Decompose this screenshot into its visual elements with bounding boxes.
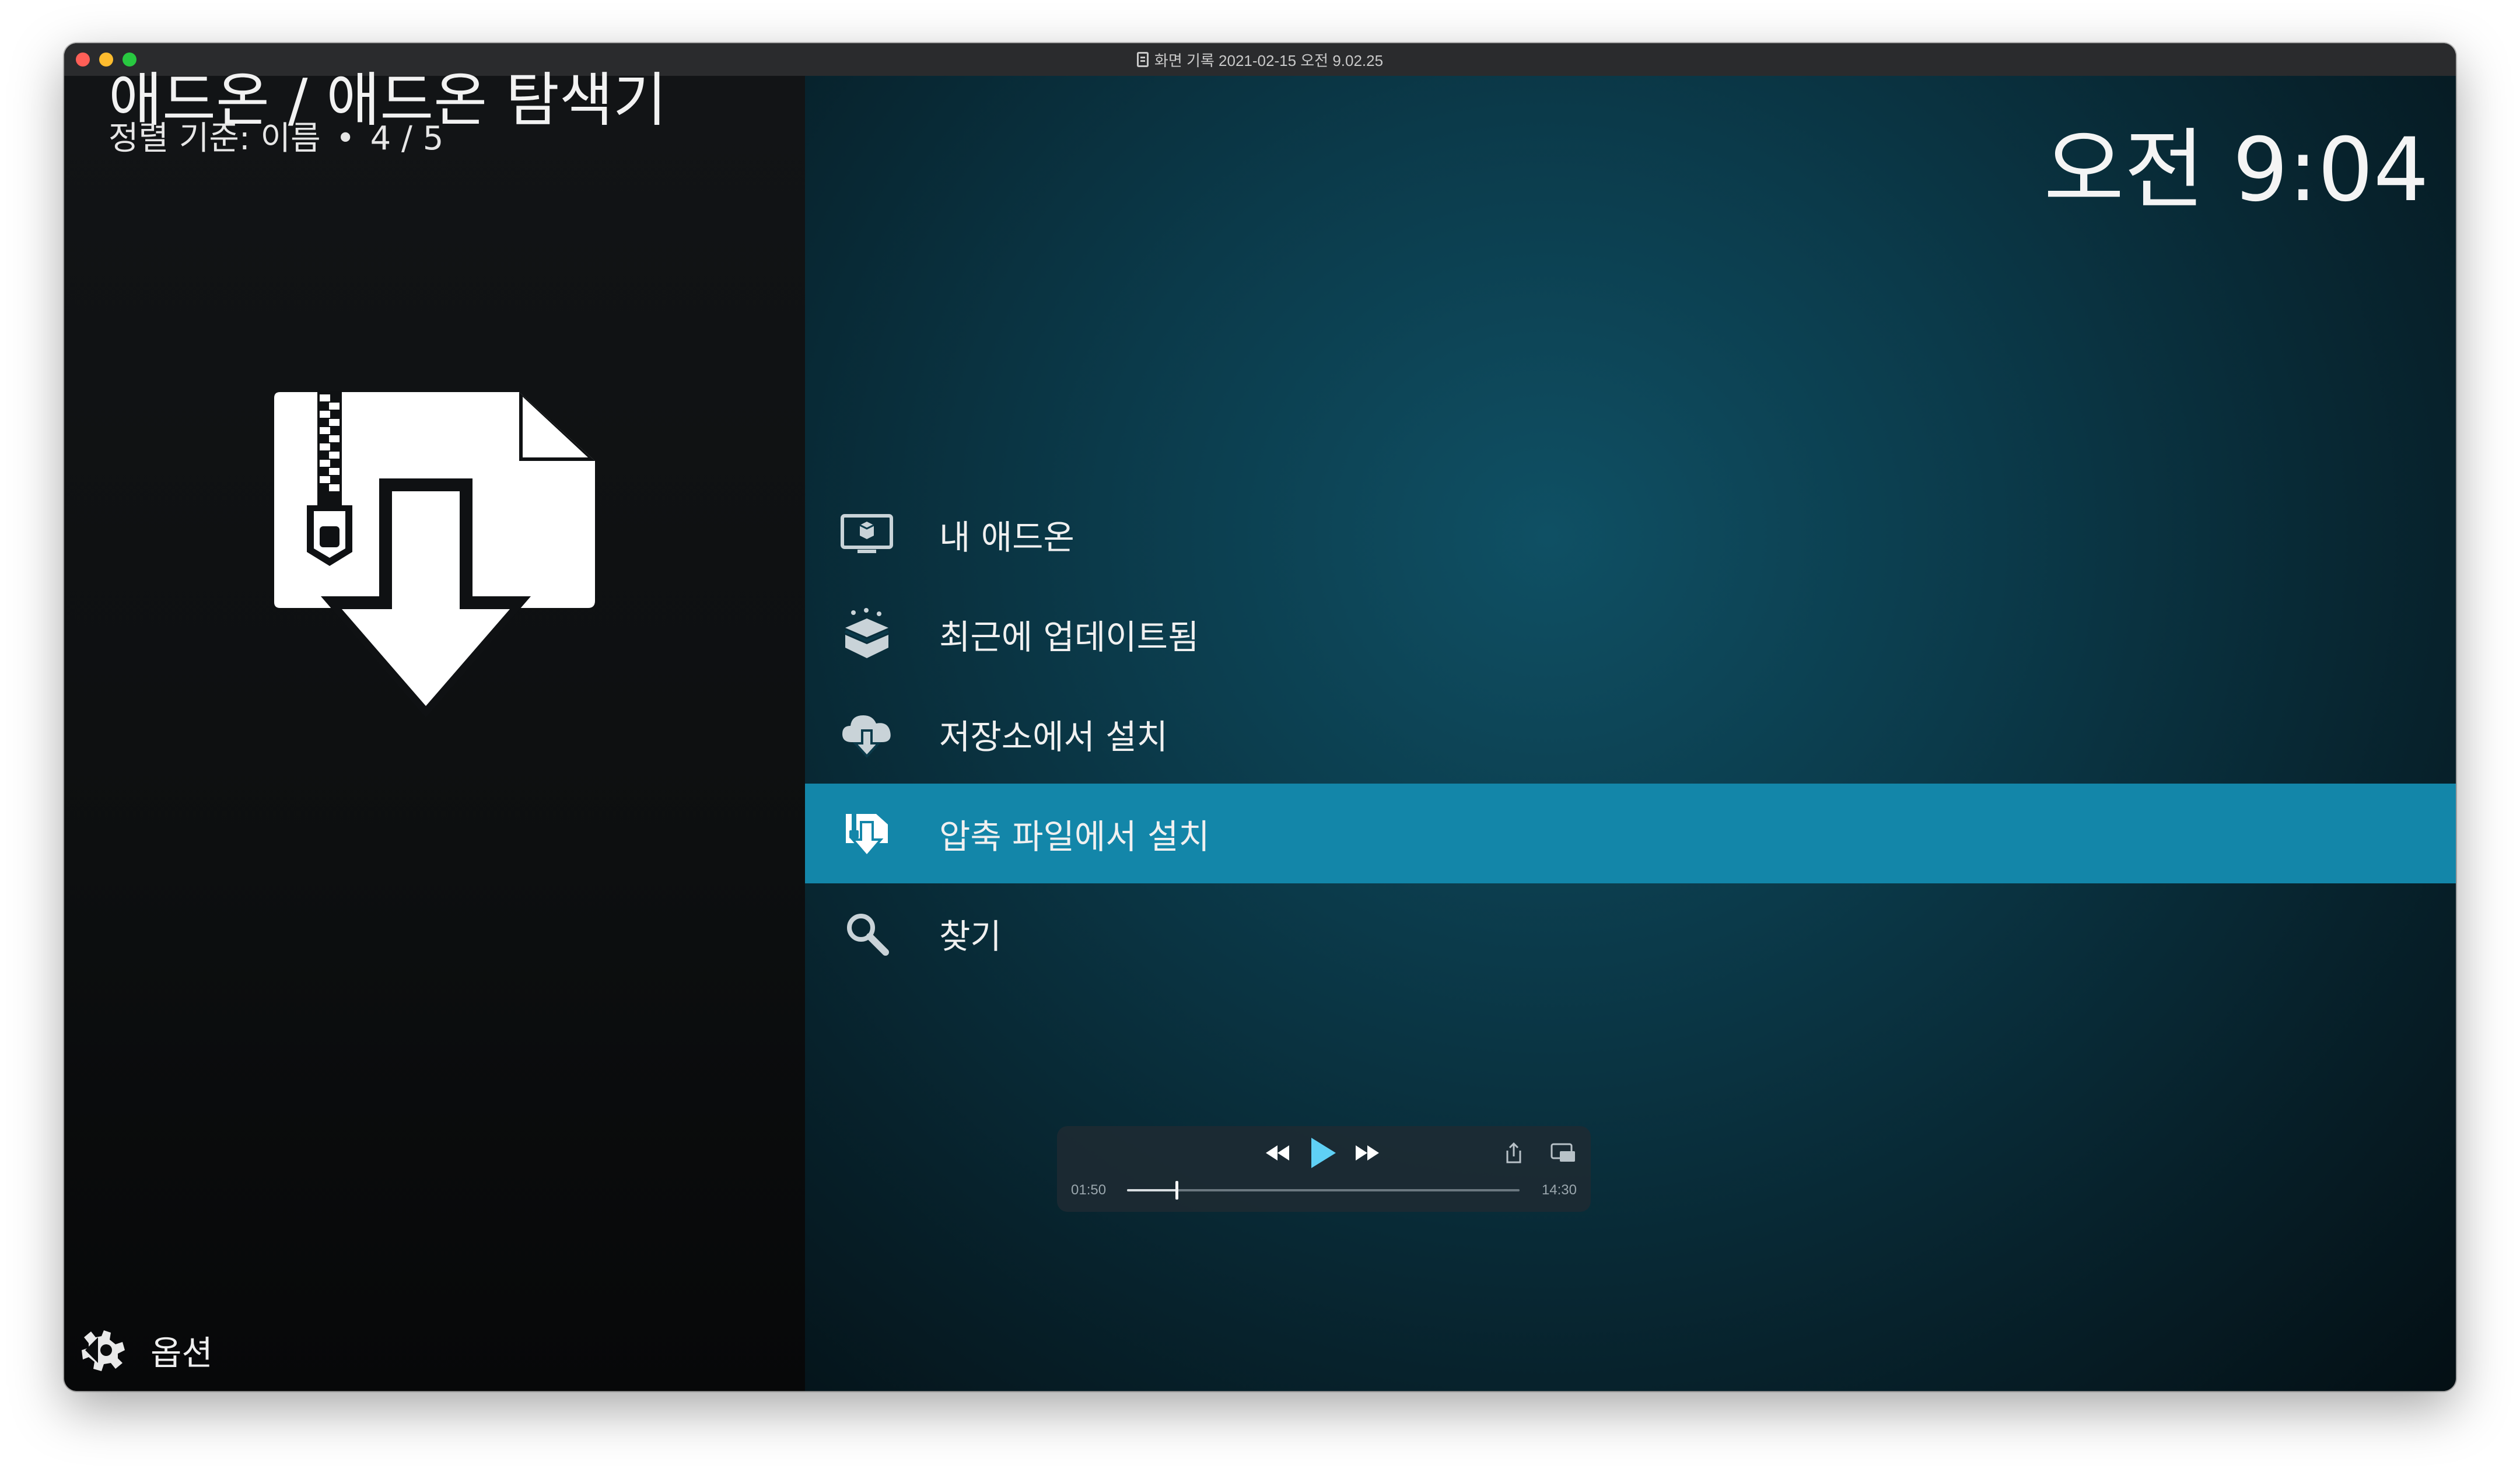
separator-dot: • <box>335 120 355 158</box>
monitor-box-icon <box>838 505 896 564</box>
fast-forward-icon <box>1356 1145 1379 1161</box>
menu-item-search[interactable]: 찾기 <box>805 883 2456 983</box>
rewind-button[interactable] <box>1265 1135 1290 1170</box>
scrubber-handle[interactable] <box>1175 1181 1178 1200</box>
scrubber-track[interactable] <box>1127 1181 1520 1200</box>
share-icon <box>1506 1142 1521 1163</box>
document-icon <box>1136 52 1149 67</box>
scrubber-progress <box>1127 1189 1177 1191</box>
menu-item-label: 찾기 <box>939 916 1002 956</box>
zip-download-icon <box>274 391 595 718</box>
media-player-overlay: 01:50 14:30 <box>1057 1126 1591 1212</box>
close-window-button[interactable] <box>76 53 90 67</box>
menu-item-label: 내 애드온 <box>939 517 1074 557</box>
window-title: 화면 기록 2021-02-15 오전 9.02.25 <box>1154 51 1384 69</box>
play-button[interactable] <box>1308 1135 1338 1170</box>
search-icon <box>838 904 896 963</box>
options-button[interactable]: 옵션 <box>80 1326 213 1375</box>
menu-item-recently-updated[interactable]: 최근에 업데이트됨 <box>805 584 2456 684</box>
menu-item-label: 저장소에서 설치 <box>939 716 1168 757</box>
options-gear-icon <box>82 1330 125 1371</box>
share-button[interactable] <box>1505 1135 1522 1170</box>
menu-item-my-addons[interactable]: 내 애드온 <box>805 484 2456 584</box>
sort-label: 정렬 기준: 이름 <box>108 120 321 158</box>
item-position: 4 / 5 <box>370 120 444 158</box>
info-panel: 애드온 / 애드온 탐색기 정렬 기준: 이름 • 4 / 5 옵션 <box>64 66 805 1391</box>
open-box-icon <box>838 605 896 663</box>
rewind-icon <box>1266 1145 1289 1161</box>
kodi-screen: 애드온 / 애드온 탐색기 정렬 기준: 이름 • 4 / 5 옵션 오전 9:… <box>64 66 2456 1391</box>
cloud-download-icon <box>838 705 896 763</box>
elapsed-time: 01:50 <box>1071 1182 1107 1198</box>
options-label: 옵션 <box>150 1333 213 1373</box>
picture-in-picture-button[interactable] <box>1550 1135 1576 1170</box>
addon-browser-menu: 내 애드온 최근에 업데이트됨 저장소에서 설치 압축 파일에서 설치 찾기 <box>805 484 2456 983</box>
sort-info: 정렬 기준: 이름 • 4 / 5 <box>108 112 443 159</box>
clock: 오전 9:04 <box>2043 120 2429 221</box>
app-window: 화면 기록 2021-02-15 오전 9.02.25 애드온 / 애드온 탐색… <box>64 43 2456 1391</box>
menu-item-label: 압축 파일에서 설치 <box>939 816 1210 857</box>
window-title-group: 화면 기록 2021-02-15 오전 9.02.25 <box>1136 49 1384 71</box>
menu-item-label: 최근에 업데이트됨 <box>939 617 1199 657</box>
play-icon <box>1311 1138 1336 1168</box>
fast-forward-button[interactable] <box>1354 1135 1380 1170</box>
total-time: 14:30 <box>1541 1182 1577 1198</box>
zip-install-icon <box>838 805 896 863</box>
menu-item-install-from-zip[interactable]: 압축 파일에서 설치 <box>805 784 2456 883</box>
menu-item-install-from-repository[interactable]: 저장소에서 설치 <box>805 684 2456 784</box>
picture-in-picture-icon <box>1550 1143 1575 1162</box>
